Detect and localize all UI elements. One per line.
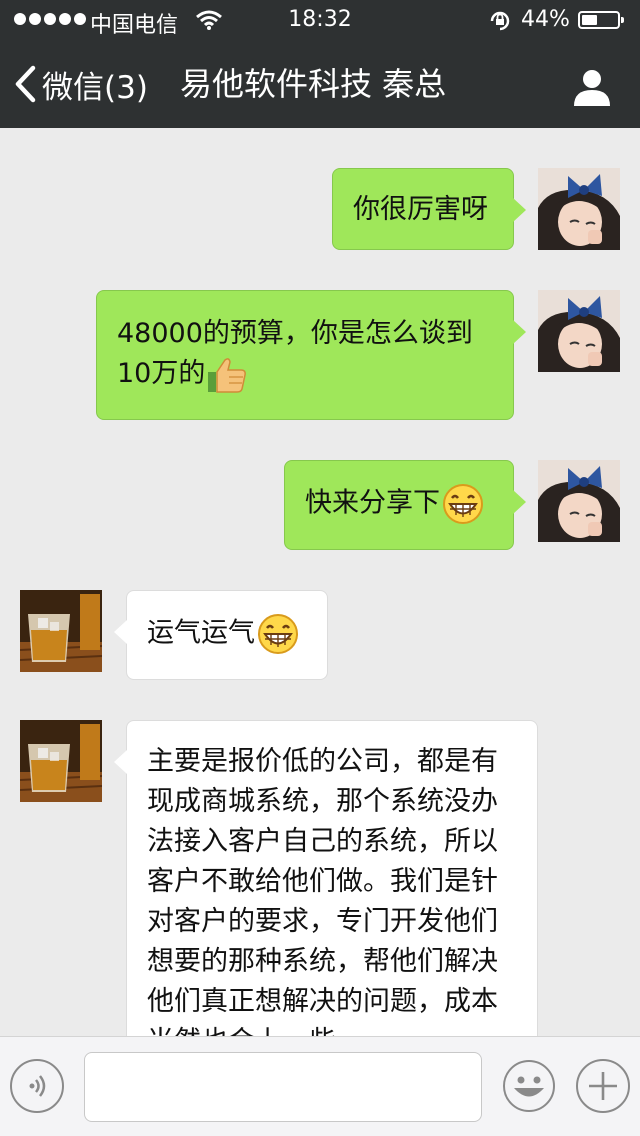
message-text-line: 他们真正想解决的问题，成本 bbox=[147, 986, 498, 1017]
my-avatar[interactable] bbox=[538, 168, 620, 250]
message-input[interactable] bbox=[84, 1052, 482, 1122]
message-bubble-incoming[interactable]: 运气运气 bbox=[114, 590, 328, 680]
grinning-face-icon bbox=[443, 484, 483, 524]
chat-title: 易他软件科技 秦总 bbox=[180, 65, 447, 103]
message-text-line: 法接入客户自己的系统，所以 bbox=[147, 826, 498, 857]
top-bar: 中国电信 18:32 44% 微信(3) 易他软件科技 秦总 bbox=[0, 0, 640, 128]
back-button[interactable]: 微信(3) bbox=[14, 40, 148, 128]
message-text-line: 现成商城系统，那个系统没办 bbox=[147, 786, 498, 817]
back-label: 微信(3) bbox=[42, 69, 148, 106]
my-avatar[interactable] bbox=[538, 290, 620, 372]
message-bubble-outgoing[interactable]: 快来分享下 bbox=[284, 460, 526, 550]
contact-avatar[interactable] bbox=[20, 720, 102, 802]
chat-message-list[interactable]: 你很厉害呀 48000的预算，你是怎么谈到 10万的 快来分享下 运气运气 主要… bbox=[0, 128, 640, 1036]
voice-button[interactable] bbox=[10, 1059, 64, 1113]
plus-icon bbox=[589, 1072, 617, 1100]
message-text-line: 10万的 bbox=[117, 358, 206, 389]
message-bubble-outgoing[interactable]: 48000的预算，你是怎么谈到 10万的 bbox=[96, 290, 526, 420]
thumbs-up-icon bbox=[208, 357, 247, 393]
contact-avatar[interactable] bbox=[20, 590, 102, 672]
chevron-left-icon bbox=[15, 65, 36, 103]
message-text-line: 想要的那种系统，帮他们解决 bbox=[147, 946, 498, 977]
voice-icon bbox=[29, 1075, 46, 1097]
message-text-line: 对客户的要求，专门开发他们 bbox=[147, 906, 498, 937]
more-button[interactable] bbox=[576, 1059, 630, 1113]
battery-icon bbox=[578, 11, 624, 29]
my-avatar[interactable] bbox=[538, 460, 620, 542]
message-text-line: 客户不敢给他们做。我们是针 bbox=[147, 866, 498, 897]
message-text: 你很厉害呀 bbox=[353, 194, 488, 225]
emoji-icon[interactable] bbox=[502, 1059, 556, 1113]
status-bar: 中国电信 18:32 44% bbox=[0, 0, 640, 40]
message-input-bar bbox=[0, 1036, 640, 1136]
grinning-face-icon bbox=[258, 614, 298, 654]
orientation-lock-icon bbox=[490, 11, 510, 31]
message-bubble-incoming[interactable]: 主要是报价低的公司，都是有 现成商城系统，那个系统没办 法接入客户自己的系统，所… bbox=[114, 720, 538, 1036]
message-text-line: 48000的预算，你是怎么谈到 bbox=[117, 318, 473, 349]
message-bubble-outgoing[interactable]: 你很厉害呀 bbox=[332, 168, 526, 250]
profile-icon[interactable] bbox=[572, 66, 612, 106]
message-text-line: 主要是报价低的公司，都是有 bbox=[147, 746, 498, 777]
navigation-bar: 微信(3) 易他软件科技 秦总 bbox=[0, 40, 640, 128]
message-text-line: 当然也会上一些 bbox=[147, 1022, 517, 1036]
message-text: 运气运气 bbox=[147, 617, 255, 649]
message-text: 快来分享下 bbox=[305, 487, 440, 519]
battery-percent: 44% bbox=[521, 7, 570, 32]
